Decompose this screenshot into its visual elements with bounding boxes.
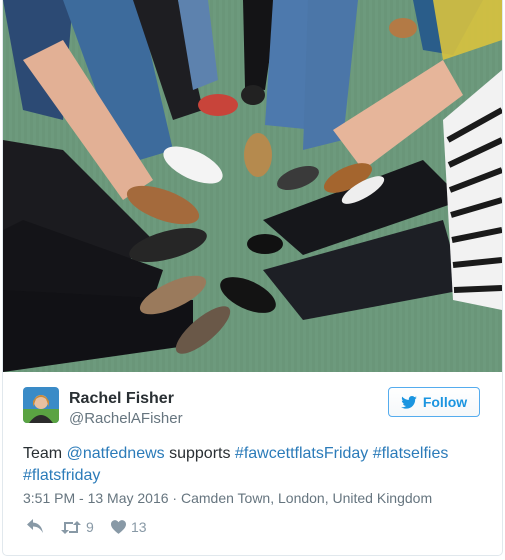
like-button[interactable]: 13	[111, 519, 147, 535]
retweet-button[interactable]: 9	[61, 519, 94, 535]
hashtag-link[interactable]: #flatsfriday	[23, 467, 100, 484]
like-count: 13	[131, 519, 147, 535]
tweet-photo[interactable]	[3, 0, 502, 372]
photo-illustration	[3, 0, 502, 372]
meta-separator: ·	[168, 490, 181, 506]
author-name[interactable]: Rachel Fisher	[69, 390, 174, 408]
follow-label: Follow	[422, 394, 468, 410]
tweet-text: Team @natfednews supports #fawcettflatsF…	[23, 443, 483, 487]
tweet-card: Rachel Fisher @RachelAFisher Follow Team…	[2, 0, 503, 556]
location-link[interactable]: Camden Town, London, United Kingdom	[181, 490, 432, 506]
hashtag-link[interactable]: #fawcettflatsFriday	[235, 445, 368, 462]
tweet-actions: 9 13	[23, 519, 323, 539]
text-prefix: Team	[23, 445, 67, 462]
hashtag-link[interactable]: #flatselfies	[373, 445, 449, 462]
retweet-count: 9	[86, 519, 94, 535]
author-handle[interactable]: @RachelAFisher	[69, 410, 183, 427]
mention-link[interactable]: @natfednews	[67, 445, 165, 462]
reply-icon	[27, 519, 43, 533]
timestamp-link[interactable]: 3:51 PM - 13 May 2016	[23, 490, 169, 506]
tweet-meta: 3:51 PM - 13 May 2016 · Camden Town, Lon…	[23, 490, 432, 506]
reply-button[interactable]	[27, 519, 43, 533]
avatar[interactable]	[23, 387, 59, 423]
tweet-author: Rachel Fisher @RachelAFisher Follow	[23, 387, 483, 431]
follow-button[interactable]: Follow	[388, 387, 480, 417]
heart-icon	[111, 520, 126, 534]
twitter-bird-icon	[401, 395, 417, 409]
retweet-icon	[61, 520, 81, 534]
text-middle: supports	[164, 445, 235, 462]
